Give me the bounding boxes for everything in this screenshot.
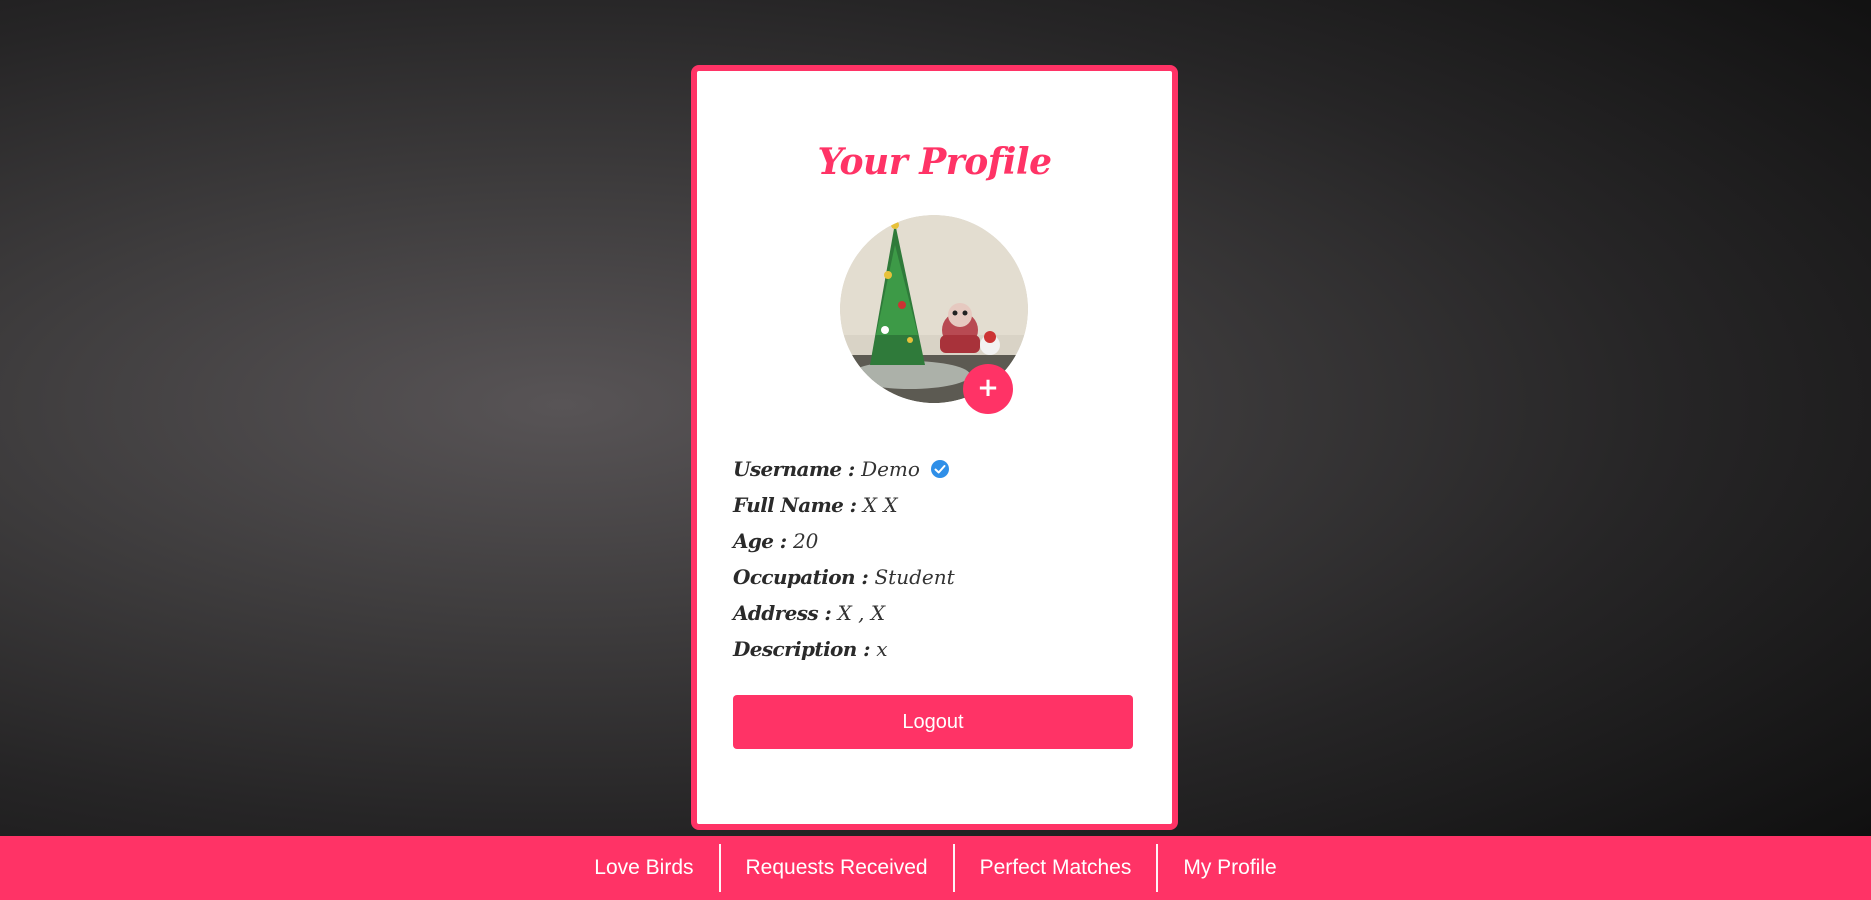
occupation-label: Occupation : bbox=[733, 565, 869, 589]
logout-button[interactable]: Logout bbox=[733, 695, 1133, 749]
profile-details: Username : Demo Full Name : X X Age : 20… bbox=[733, 451, 1143, 667]
page-title: Your Profile bbox=[817, 141, 1052, 183]
occupation-value: Student bbox=[874, 565, 955, 589]
username-value: Demo bbox=[861, 457, 920, 481]
nav-item-my-profile[interactable]: My Profile bbox=[1158, 844, 1301, 892]
description-row: Description : x bbox=[733, 631, 1143, 667]
nav-divider bbox=[718, 844, 721, 892]
nav-item-perfect-matches[interactable]: Perfect Matches bbox=[955, 844, 1157, 892]
bottom-nav: Love Birds Requests Received Perfect Mat… bbox=[0, 836, 1871, 900]
address-value: X , X bbox=[837, 601, 886, 625]
age-row: Age : 20 bbox=[733, 523, 1143, 559]
profile-card: Your Profile + Username: Demo Full Name… bbox=[691, 65, 1178, 830]
nav-item-love-birds[interactable]: Love Birds bbox=[569, 844, 718, 892]
occupation-row: Occupation : Student bbox=[733, 559, 1143, 595]
nav-divider bbox=[952, 844, 955, 892]
fullname-label: Full Name : bbox=[733, 493, 857, 517]
age-value: 20 bbox=[792, 529, 819, 553]
address-label: Address : bbox=[733, 601, 832, 625]
age-label: Age : bbox=[733, 529, 787, 553]
fullname-row: Full Name : X X bbox=[733, 487, 1143, 523]
description-value: x bbox=[876, 637, 888, 661]
verified-badge-icon bbox=[931, 459, 950, 478]
address-row: Address : X , X bbox=[733, 595, 1143, 631]
nav-divider bbox=[1156, 844, 1159, 892]
plus-icon: + bbox=[977, 373, 999, 403]
add-photo-button[interactable]: + bbox=[963, 364, 1013, 414]
avatar-container: + bbox=[840, 215, 1028, 414]
description-label: Description : bbox=[733, 637, 870, 661]
fullname-value: X X bbox=[862, 493, 898, 517]
username-label: Username : bbox=[733, 457, 855, 481]
username-row: Username : Demo bbox=[733, 451, 1143, 487]
nav-item-requests-received[interactable]: Requests Received bbox=[721, 844, 953, 892]
